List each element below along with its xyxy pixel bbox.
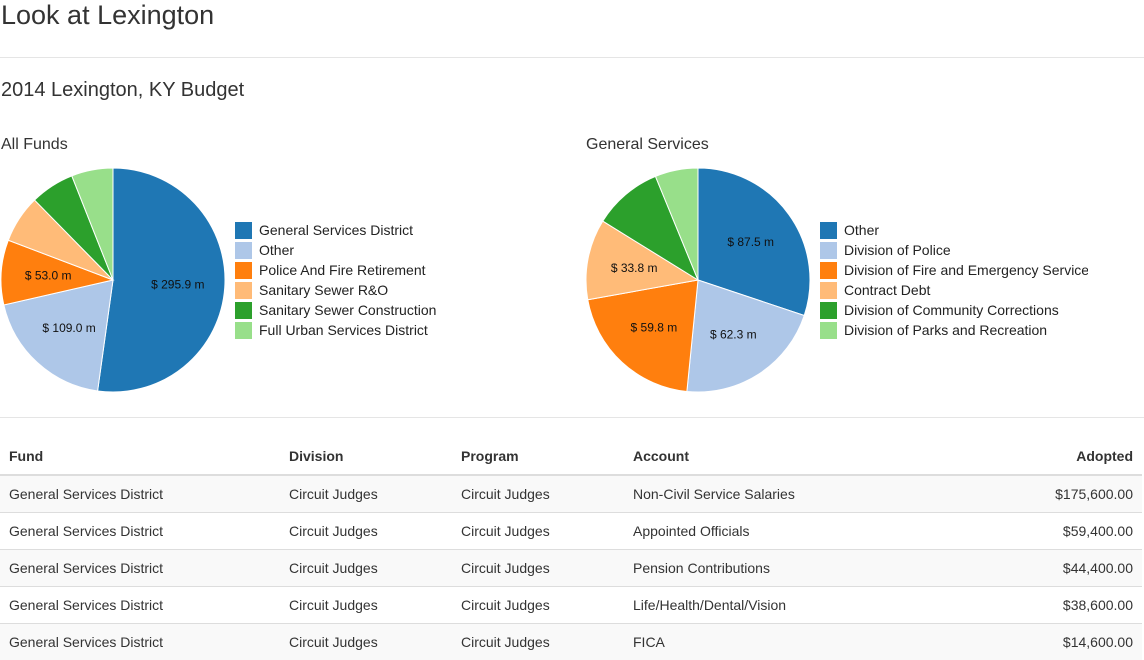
- cell-account: Non-Civil Service Salaries: [624, 475, 942, 513]
- section-divider: [0, 417, 1144, 418]
- cell-adopted: $44,400.00: [942, 550, 1142, 587]
- cell-division: Circuit Judges: [280, 475, 452, 513]
- legend-label: Division of Police: [844, 241, 951, 259]
- cell-program: Circuit Judges: [452, 550, 624, 587]
- legend-general-services: Other Division of Police Division of Fire …: [820, 220, 1088, 340]
- legend-item-division-of-fire-and-emergency-services[interactable]: Division of Fire and Emergency Services: [820, 260, 1088, 280]
- cell-fund: General Services District: [0, 513, 280, 550]
- cell-fund: General Services District: [0, 587, 280, 624]
- cell-fund: General Services District: [0, 475, 280, 513]
- cell-account: Pension Contributions: [624, 550, 942, 587]
- budget-title: 2014 Lexington, KY Budget: [1, 78, 244, 102]
- legend-label: Division of Parks and Recreation: [844, 321, 1047, 339]
- legend-label: Other: [844, 221, 879, 239]
- column-header-fund[interactable]: Fund: [0, 437, 280, 475]
- cell-division: Circuit Judges: [280, 587, 452, 624]
- table-header-row: Fund Division Program Account Adopted: [0, 437, 1142, 475]
- legend-item-division-of-community-corrections[interactable]: Division of Community Corrections: [820, 300, 1088, 320]
- column-header-division[interactable]: Division: [280, 437, 452, 475]
- legend-swatch: [820, 242, 837, 259]
- legend-swatch: [820, 222, 837, 239]
- pie-label-general-services-district: $ 295.9 m: [151, 277, 204, 291]
- legend-swatch: [820, 322, 837, 339]
- legend-item-general-services-district[interactable]: General Services District: [235, 220, 475, 240]
- budget-table: Fund Division Program Account Adopted Ge…: [0, 437, 1142, 660]
- pie-label-division-of-police: $ 62.3 m: [710, 328, 757, 342]
- column-header-account[interactable]: Account: [624, 437, 942, 475]
- legend-swatch: [235, 242, 252, 259]
- cell-program: Circuit Judges: [452, 513, 624, 550]
- pie-label-other: $ 109.0 m: [42, 321, 95, 335]
- legend-swatch: [820, 302, 837, 319]
- table-row[interactable]: General Services DistrictCircuit JudgesC…: [0, 550, 1142, 587]
- cell-division: Circuit Judges: [280, 513, 452, 550]
- cell-adopted: $175,600.00: [942, 475, 1142, 513]
- legend-swatch: [235, 282, 252, 299]
- pie-chart-general-services: $ 87.5 m $ 62.3 m $ 59.8 m $ 33.8 m: [586, 168, 810, 392]
- header-divider: [0, 57, 1144, 58]
- legend-item-other[interactable]: Other: [235, 240, 475, 260]
- pie-label-division-of-fire-and-emergency-services: $ 59.8 m: [631, 321, 678, 335]
- legend-label: General Services District: [259, 221, 413, 239]
- legend-swatch: [820, 282, 837, 299]
- legend-item-sanitary-sewer-r-o[interactable]: Sanitary Sewer R&O: [235, 280, 475, 300]
- legend-item-sanitary-sewer-construction[interactable]: Sanitary Sewer Construction: [235, 300, 475, 320]
- legend-all-funds: General Services District Other Police And…: [235, 220, 475, 340]
- cell-program: Circuit Judges: [452, 587, 624, 624]
- legend-item-other[interactable]: Other: [820, 220, 1088, 240]
- legend-item-contract-debt[interactable]: Contract Debt: [820, 280, 1088, 300]
- cell-account: Life/Health/Dental/Vision: [624, 587, 942, 624]
- site-title: Look at Lexington: [1, 0, 214, 31]
- legend-swatch: [235, 222, 252, 239]
- legend-label: Sanitary Sewer R&O: [259, 281, 388, 299]
- legend-item-police-and-fire-retirement[interactable]: Police And Fire Retirement: [235, 260, 475, 280]
- chart-title-general-services: General Services: [586, 136, 709, 154]
- legend-item-division-of-police[interactable]: Division of Police: [820, 240, 1088, 260]
- legend-item-division-of-parks-and-recreation[interactable]: Division of Parks and Recreation: [820, 320, 1088, 340]
- cell-adopted: $38,600.00: [942, 587, 1142, 624]
- legend-label: Full Urban Services District: [259, 321, 428, 339]
- table-row[interactable]: General Services DistrictCircuit JudgesC…: [0, 587, 1142, 624]
- legend-swatch: [820, 262, 837, 279]
- table-row[interactable]: General Services DistrictCircuit JudgesC…: [0, 475, 1142, 513]
- legend-item-full-urban-services-district[interactable]: Full Urban Services District: [235, 320, 475, 340]
- table-row[interactable]: General Services DistrictCircuit JudgesC…: [0, 513, 1142, 550]
- legend-label: Division of Fire and Emergency Services: [844, 261, 1088, 279]
- cell-fund: General Services District: [0, 550, 280, 587]
- legend-label: Sanitary Sewer Construction: [259, 301, 436, 319]
- pie-label-contract-debt: $ 33.8 m: [611, 261, 658, 275]
- column-header-adopted[interactable]: Adopted: [942, 437, 1142, 475]
- pie-label-police-and-fire-retirement: $ 53.0 m: [25, 269, 72, 283]
- legend-label: Division of Community Corrections: [844, 301, 1059, 319]
- cell-account: Appointed Officials: [624, 513, 942, 550]
- pie-chart-all-funds: $ 295.9 m $ 109.0 m $ 53.0 m: [1, 168, 225, 392]
- legend-swatch: [235, 302, 252, 319]
- pie-label-other: $ 87.5 m: [727, 235, 774, 249]
- legend-label: Other: [259, 241, 294, 259]
- cell-division: Circuit Judges: [280, 550, 452, 587]
- legend-label: Police And Fire Retirement: [259, 261, 426, 279]
- legend-swatch: [235, 262, 252, 279]
- column-header-program[interactable]: Program: [452, 437, 624, 475]
- table-body: General Services DistrictCircuit JudgesC…: [0, 475, 1142, 660]
- chart-title-all-funds: All Funds: [1, 136, 68, 154]
- cell-adopted: $59,400.00: [942, 513, 1142, 550]
- cell-program: Circuit Judges: [452, 475, 624, 513]
- legend-label: Contract Debt: [844, 281, 930, 299]
- legend-swatch: [235, 322, 252, 339]
